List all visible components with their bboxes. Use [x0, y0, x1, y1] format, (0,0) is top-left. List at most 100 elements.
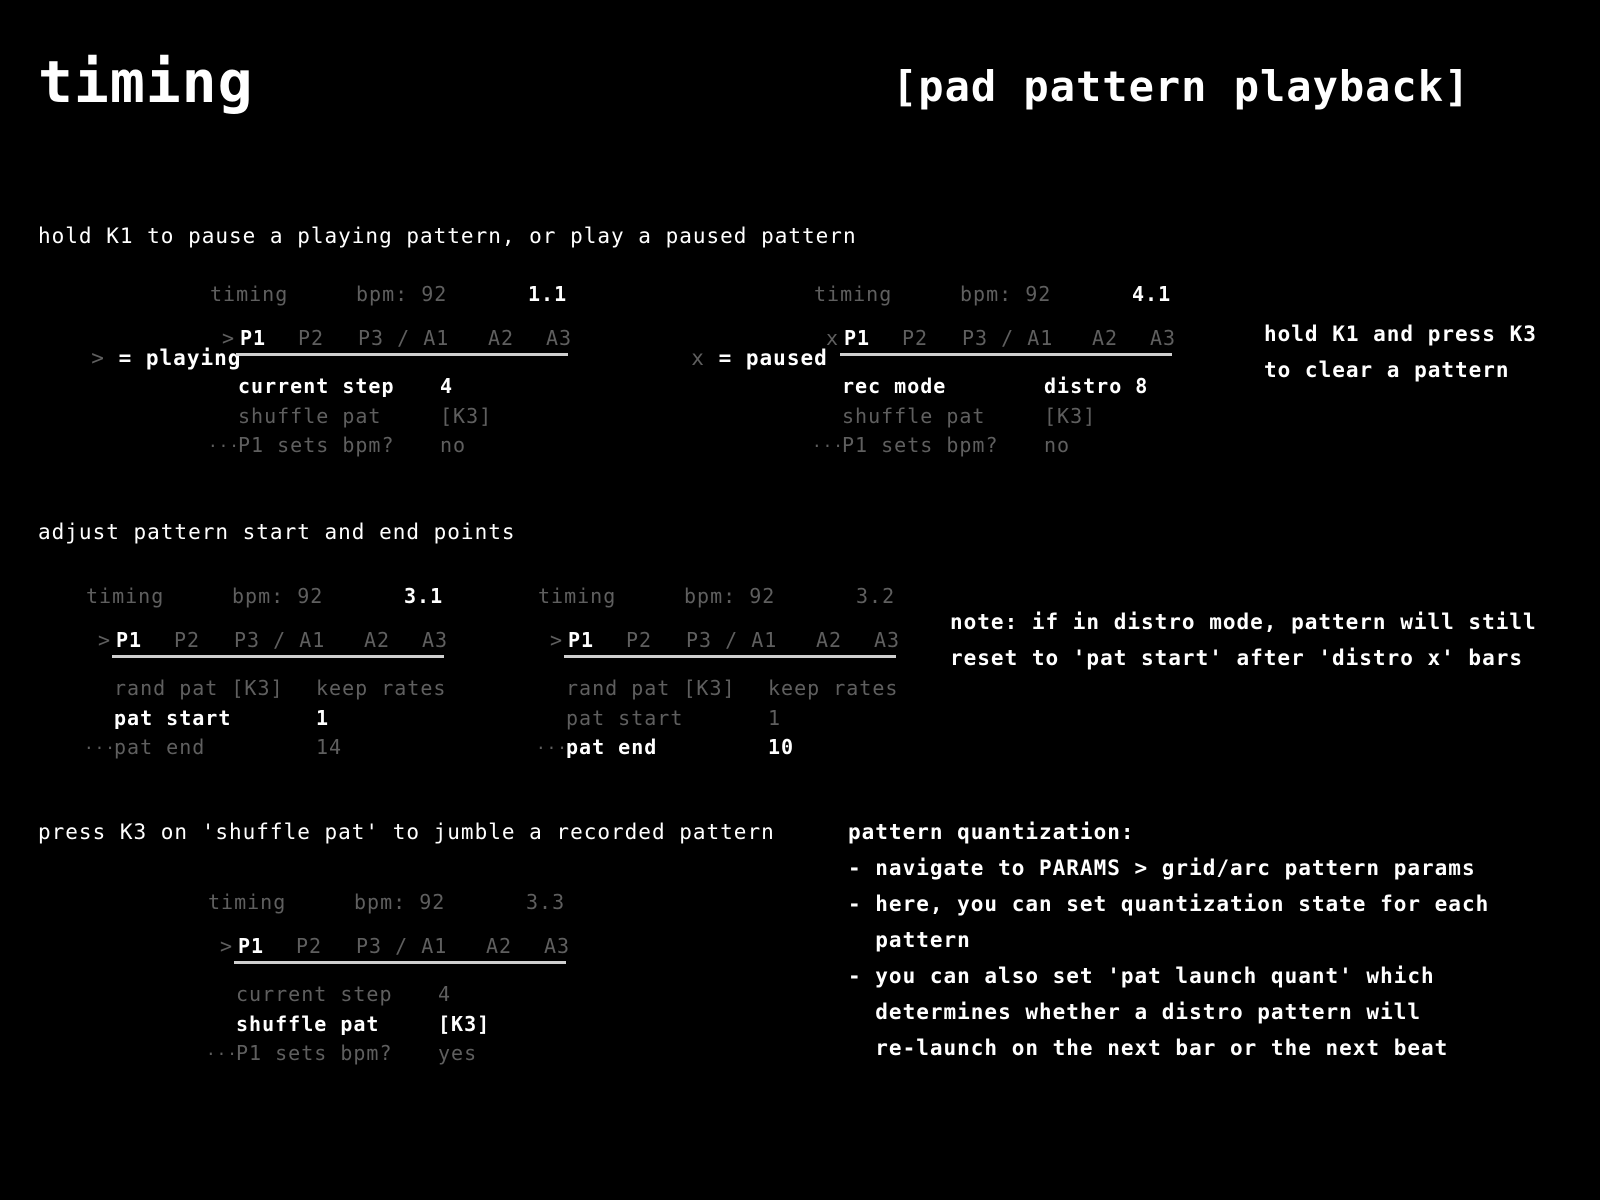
- tab-p3-a1: P3 / A1: [356, 934, 448, 958]
- shuffle-description: press K3 on 'shuffle pat' to jumble a re…: [38, 820, 775, 844]
- tab-a3: A3: [546, 326, 573, 350]
- tab-p2: P2: [902, 326, 929, 350]
- param-value: 4: [438, 982, 452, 1006]
- more-indicator: ...: [84, 734, 116, 753]
- tab-a2: A2: [488, 326, 515, 350]
- tab-p1: P1: [240, 326, 267, 350]
- quant-bullet-3a: - you can also set 'pat launch quant' wh…: [848, 964, 1435, 988]
- param-label: pat end: [566, 735, 658, 759]
- param-label: shuffle pat: [842, 404, 986, 428]
- page-title: timing: [38, 48, 254, 116]
- more-indicator: ...: [536, 734, 568, 753]
- param-value: [K3]: [438, 1012, 491, 1036]
- more-indicator: ...: [206, 1040, 238, 1059]
- tab-p2: P2: [298, 326, 325, 350]
- tab-a3: A3: [1150, 326, 1177, 350]
- param-value: 4: [440, 374, 454, 398]
- param-value: 14: [316, 735, 343, 759]
- tab-p1: P1: [238, 934, 265, 958]
- screen-header: timing: [208, 890, 287, 914]
- tab-p3-a1: P3 / A1: [686, 628, 778, 652]
- pause-description: hold K1 to pause a playing pattern, or p…: [38, 224, 857, 248]
- param-value: no: [440, 433, 467, 457]
- param-value: yes: [438, 1041, 478, 1065]
- tab-underline: [564, 655, 896, 658]
- screen-position: 1.1: [528, 282, 568, 306]
- tab-p1: P1: [844, 326, 871, 350]
- tab-p2: P2: [174, 628, 201, 652]
- param-label: pat start: [566, 706, 684, 730]
- quant-bullet-3b: determines whether a distro pattern will: [848, 1000, 1422, 1024]
- param-label: P1 sets bpm?: [236, 1041, 393, 1065]
- device-screen-s1: timing bpm: 92 1.1 > P1 P2 P3 / A1 A2 A3 current …: [90, 282, 610, 482]
- param-label: current step: [238, 374, 395, 398]
- screen-bpm: bpm: 92: [232, 584, 324, 608]
- more-indicator: ...: [812, 432, 844, 451]
- adjust-description: adjust pattern start and end points: [38, 520, 516, 544]
- tab-p2: P2: [296, 934, 323, 958]
- quant-bullet-1: - navigate to PARAMS > grid/arc pattern …: [848, 856, 1476, 880]
- pattern-marker: >: [550, 628, 564, 652]
- tab-a2: A2: [816, 628, 843, 652]
- device-screen-s2: timing bpm: 92 4.1 x P1 P2 P3 / A1 A2 A3 rec mode…: [694, 282, 1214, 482]
- pattern-marker: >: [98, 628, 112, 652]
- device-screen-s4: timing bpm: 92 3.2 > P1 P2 P3 / A1 A2 A3 rand pat…: [418, 584, 938, 784]
- param-label: P1 sets bpm?: [238, 433, 395, 457]
- param-value: no: [1044, 433, 1071, 457]
- screen-position: 3.2: [856, 584, 896, 608]
- screen-bpm: bpm: 92: [684, 584, 776, 608]
- tab-p1: P1: [568, 628, 595, 652]
- quant-bullet-3c: re-launch on the next bar or the next be…: [848, 1036, 1449, 1060]
- screen-header: timing: [210, 282, 289, 306]
- distro-note-line1: note: if in distro mode, pattern will st…: [950, 610, 1537, 634]
- screen-header: timing: [814, 282, 893, 306]
- param-label: current step: [236, 982, 393, 1006]
- quant-bullet-2b: pattern: [848, 928, 971, 952]
- param-value: 1: [768, 706, 782, 730]
- tab-a2: A2: [1092, 326, 1119, 350]
- tab-a3: A3: [874, 628, 901, 652]
- param-label: pat end: [114, 735, 206, 759]
- tab-underline: [840, 353, 1172, 356]
- param-label: P1 sets bpm?: [842, 433, 999, 457]
- screen-bpm: bpm: 92: [354, 890, 446, 914]
- clear-note-line2: to clear a pattern: [1264, 358, 1510, 382]
- page-subtitle: [pad pattern playback]: [892, 62, 1471, 111]
- device-screen-s3: timing bpm: 92 3.1 > P1 P2 P3 / A1 A2 A3 rand pat…: [0, 584, 486, 784]
- clear-note-line1: hold K1 and press K3: [1264, 322, 1537, 346]
- pattern-marker: >: [220, 934, 234, 958]
- screen-header: timing: [538, 584, 617, 608]
- tab-p2: P2: [626, 628, 653, 652]
- param-value: 1: [316, 706, 330, 730]
- screen-position: 3.3: [526, 890, 566, 914]
- tab-p3-a1: P3 / A1: [962, 326, 1054, 350]
- screen-bpm: bpm: 92: [356, 282, 448, 306]
- param-label: rand pat [K3]: [114, 676, 284, 700]
- pattern-marker: x: [826, 326, 840, 350]
- tab-p3-a1: P3 / A1: [234, 628, 326, 652]
- tab-underline: [236, 353, 568, 356]
- tab-underline: [112, 655, 444, 658]
- tab-underline: [234, 961, 566, 964]
- param-label: pat start: [114, 706, 232, 730]
- screen-header: timing: [86, 584, 165, 608]
- param-value: [K3]: [1044, 404, 1097, 428]
- tab-a2: A2: [486, 934, 513, 958]
- param-value: 10: [768, 735, 795, 759]
- param-label: rand pat [K3]: [566, 676, 736, 700]
- pattern-marker: >: [222, 326, 236, 350]
- tab-p1: P1: [116, 628, 143, 652]
- param-label: rec mode: [842, 374, 947, 398]
- param-label: shuffle pat: [236, 1012, 380, 1036]
- tab-p3-a1: P3 / A1: [358, 326, 450, 350]
- screen-bpm: bpm: 92: [960, 282, 1052, 306]
- param-value: [K3]: [440, 404, 493, 428]
- param-label: shuffle pat: [238, 404, 382, 428]
- param-value: distro 8: [1044, 374, 1149, 398]
- quant-title: pattern quantization:: [848, 820, 1135, 844]
- quant-bullet-2a: - here, you can set quantization state f…: [848, 892, 1490, 916]
- tab-a2: A2: [364, 628, 391, 652]
- device-screen-s5: timing bpm: 92 3.3 > P1 P2 P3 / A1 A2 A3 current …: [88, 890, 608, 1090]
- screen-position: 4.1: [1132, 282, 1172, 306]
- tab-a3: A3: [544, 934, 571, 958]
